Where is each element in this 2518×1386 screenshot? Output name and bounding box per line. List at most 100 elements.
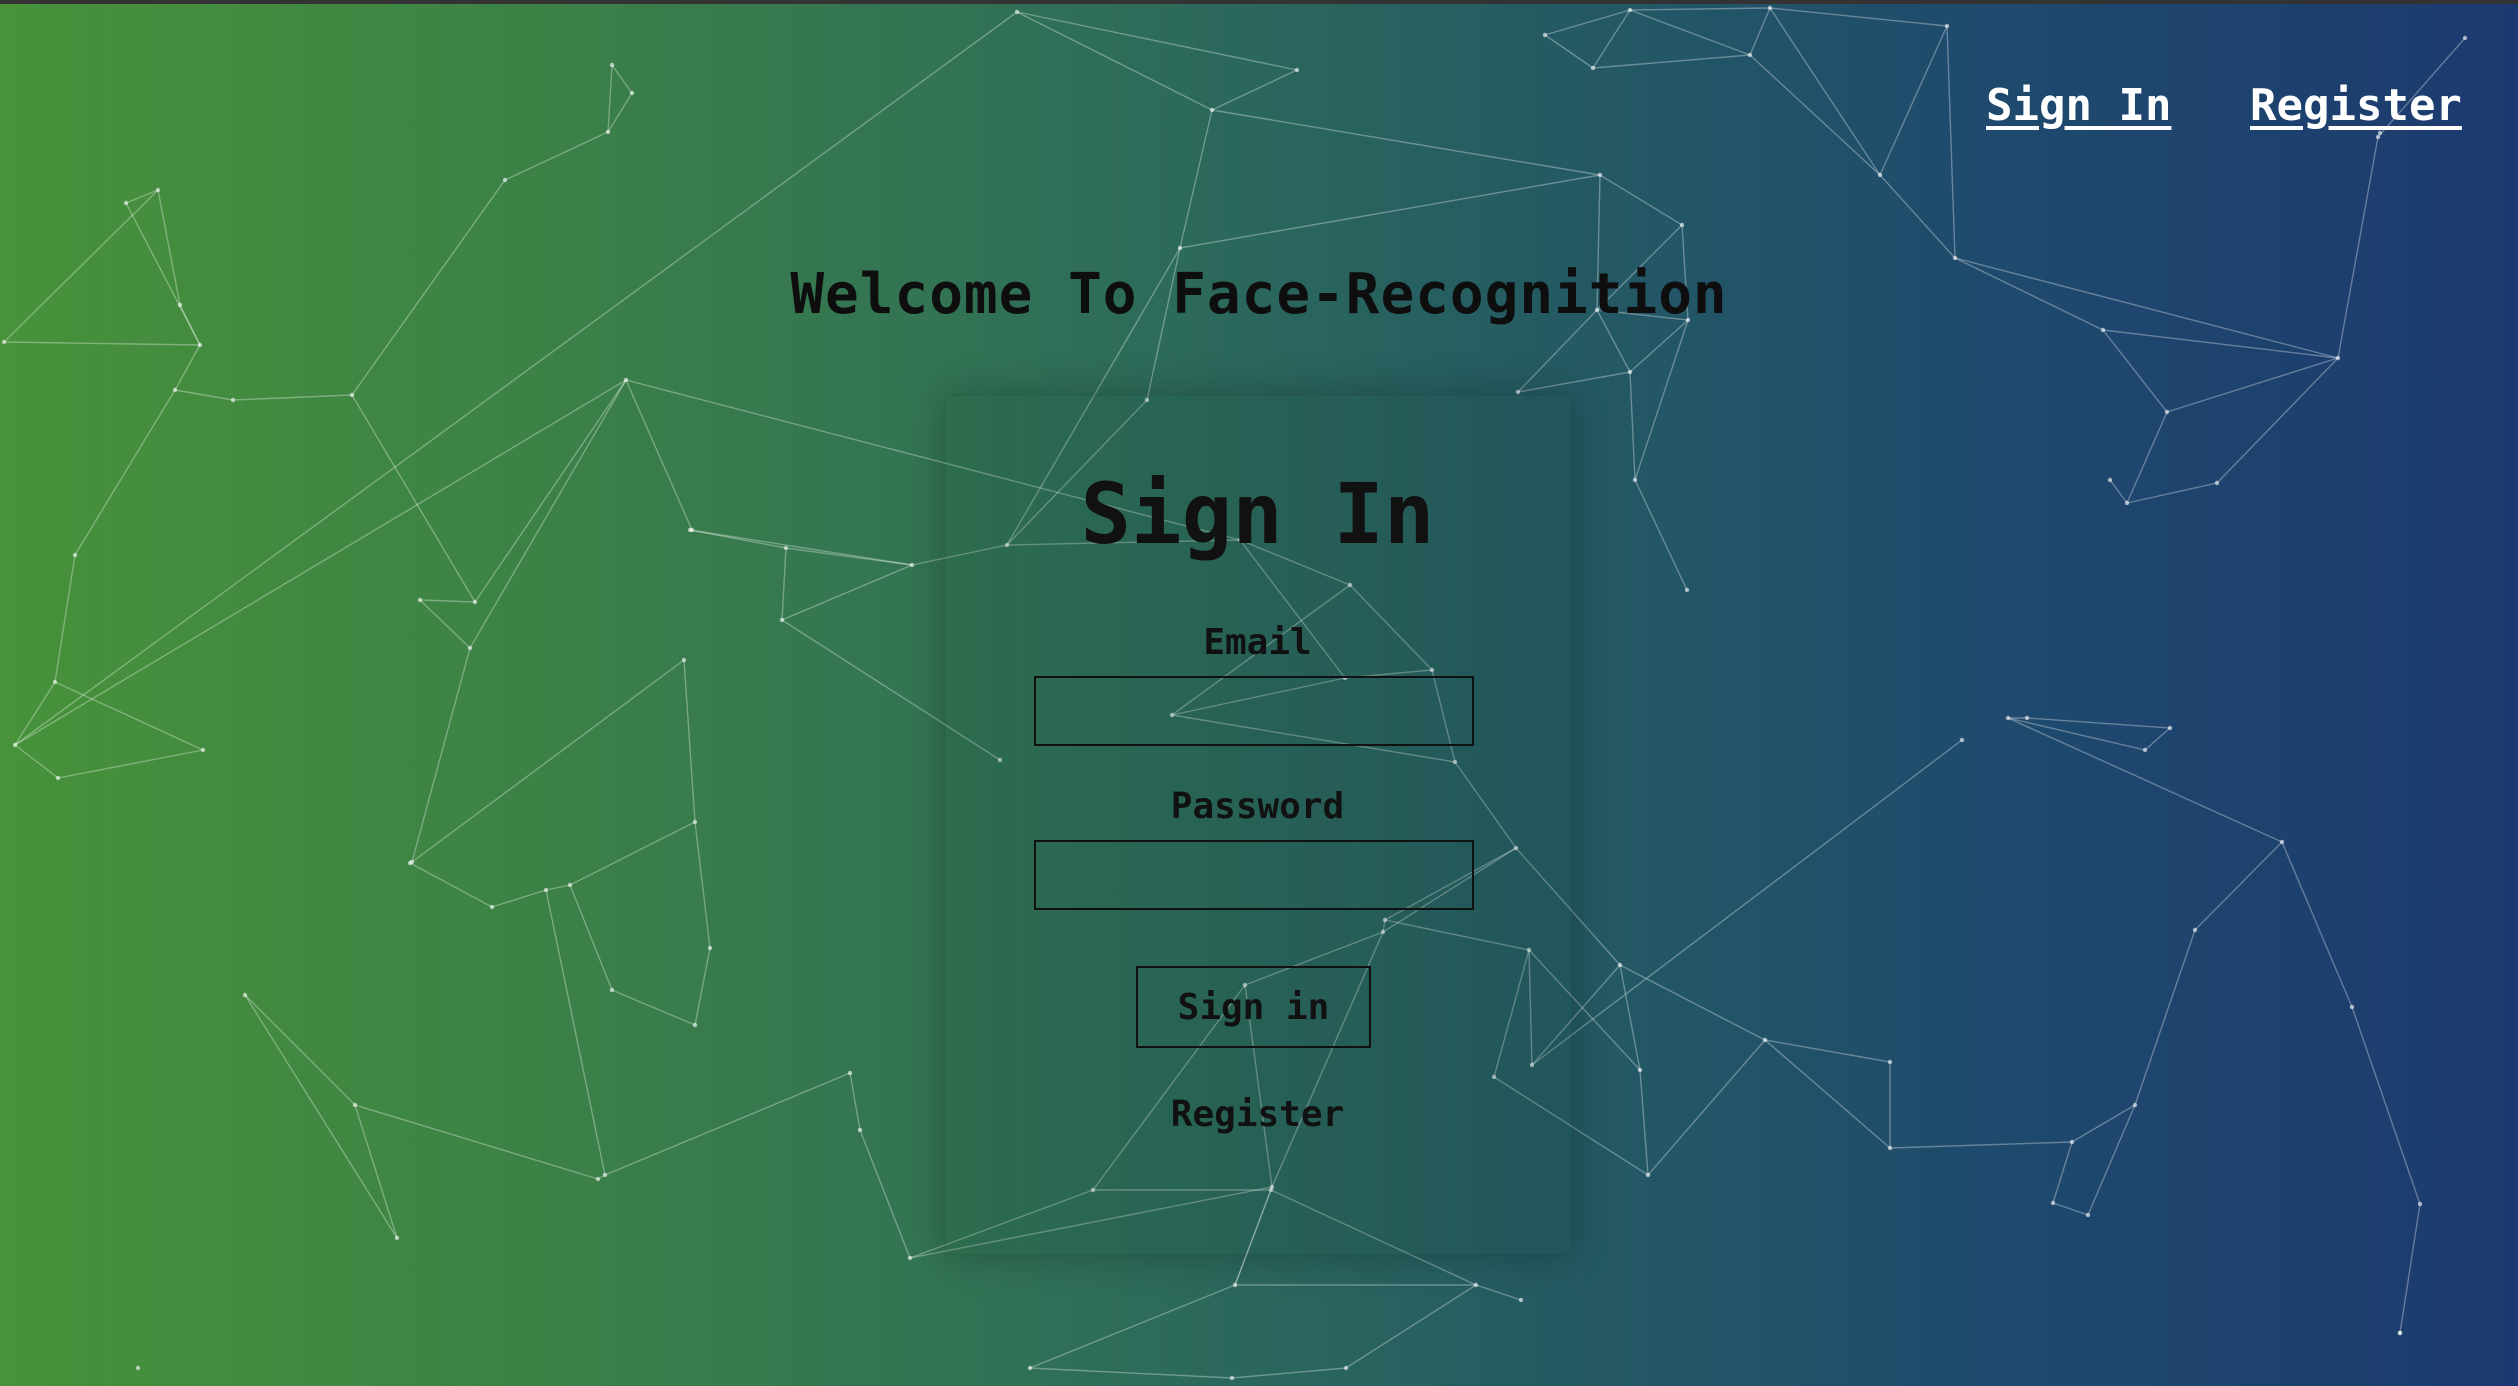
network-line <box>1629 371 1636 481</box>
network-line <box>354 1104 398 1239</box>
network-line <box>569 821 696 886</box>
network-node <box>72 552 78 558</box>
network-line <box>2134 929 2196 1106</box>
email-label: Email <box>1203 622 1312 663</box>
network-line <box>1231 1367 1347 1379</box>
network-line <box>1475 1284 1522 1301</box>
network-line <box>1629 9 1751 56</box>
network-line <box>2126 411 2168 504</box>
network-line <box>54 681 204 751</box>
network-node <box>352 1102 358 1108</box>
network-line <box>1629 7 1771 11</box>
network-node <box>409 859 415 865</box>
network-node <box>242 992 248 998</box>
network-line <box>569 884 613 991</box>
network-node <box>1959 737 1965 743</box>
network-node <box>1679 222 1685 228</box>
network-node <box>602 1172 608 1178</box>
signin-submit-button[interactable]: Sign in <box>1136 966 1371 1048</box>
network-line <box>625 379 693 531</box>
network-line <box>2126 482 2218 504</box>
network-line <box>1179 174 1601 249</box>
network-line <box>2109 479 2128 504</box>
network-node <box>623 377 629 383</box>
network-node <box>172 387 178 393</box>
nav-register-link[interactable]: Register <box>2250 80 2462 131</box>
network-node <box>2214 480 2220 486</box>
network-node <box>1232 1282 1238 1288</box>
network-node <box>1887 1145 1893 1151</box>
network-line <box>849 1072 861 1131</box>
network-node <box>2085 1212 2091 1218</box>
network-line <box>2194 841 2283 931</box>
network-node <box>2100 327 2106 333</box>
network-line <box>409 862 493 908</box>
network-node <box>1229 1375 1235 1381</box>
network-node <box>2349 1004 2355 1010</box>
network-line <box>2071 1104 2136 1143</box>
network-line <box>694 821 711 949</box>
network-line <box>2144 727 2171 751</box>
network-line <box>2007 717 2283 843</box>
network-node <box>472 599 478 605</box>
network-line <box>1211 69 1298 111</box>
register-link[interactable]: Register <box>945 1094 1570 1135</box>
network-node <box>2024 715 2030 721</box>
network-line <box>1879 174 1956 259</box>
network-node <box>909 562 915 568</box>
network-line <box>491 889 547 908</box>
network-node <box>2279 839 2285 845</box>
network-node <box>847 1070 853 1076</box>
signin-title: Sign In <box>1080 465 1435 563</box>
network-node <box>135 1365 141 1371</box>
network-node <box>2377 130 2383 136</box>
network-line <box>125 189 159 204</box>
network-node <box>52 679 58 685</box>
network-node <box>629 90 635 96</box>
network-node <box>692 819 698 825</box>
email-field[interactable] <box>1034 676 1474 746</box>
network-node <box>155 187 161 193</box>
network-line <box>1634 479 1688 591</box>
password-field[interactable] <box>1034 840 1474 910</box>
network-line <box>694 947 711 1026</box>
network-line <box>859 1129 911 1259</box>
network-node <box>2069 1139 2075 1145</box>
network-node <box>2462 35 2468 41</box>
network-node <box>123 200 129 206</box>
network-line <box>545 889 606 1176</box>
network-node <box>2167 725 2173 731</box>
network-node <box>2192 927 2198 933</box>
network-node <box>1877 172 1883 178</box>
network-line <box>2087 1104 2136 1216</box>
network-node <box>1637 1067 1643 1073</box>
network-node <box>1590 65 1596 71</box>
network-line <box>2052 1202 2089 1216</box>
network-node <box>857 1127 863 1133</box>
network-line <box>14 11 1018 746</box>
network-node <box>1014 9 1020 15</box>
network-line <box>2399 1203 2421 1334</box>
network-node <box>1518 1297 1524 1303</box>
network-line <box>244 994 398 1239</box>
network-node <box>1632 477 1638 483</box>
network-node <box>543 887 549 893</box>
network-line <box>54 554 76 683</box>
network-line <box>1749 7 1771 56</box>
network-line <box>1544 34 1594 69</box>
network-node <box>1294 67 1300 73</box>
network-node <box>692 1022 698 1028</box>
network-line <box>1889 1141 2073 1149</box>
network-line <box>14 681 56 746</box>
network-line <box>607 64 613 133</box>
network-line <box>504 131 609 181</box>
network-line <box>74 389 176 556</box>
network-line <box>351 394 476 603</box>
network-node <box>467 645 473 651</box>
nav-signin-link[interactable]: Sign In <box>1986 80 2171 131</box>
network-node <box>595 1176 601 1182</box>
network-node <box>1177 245 1183 251</box>
network-node <box>200 747 206 753</box>
network-node <box>779 617 785 623</box>
network-line <box>1769 7 1948 27</box>
